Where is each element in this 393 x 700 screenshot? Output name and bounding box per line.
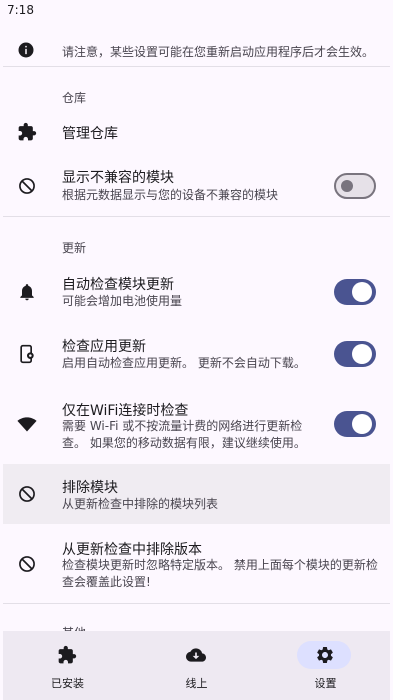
exclude-versions-title: 从更新检查中排除版本: [62, 542, 202, 558]
nav-item-settings[interactable]: 设置: [261, 631, 390, 700]
block-icon: [19, 556, 35, 572]
status-bar: 7:18: [0, 0, 393, 22]
info-icon: [18, 42, 34, 58]
wifi-only-subtitle: 需要 Wi-Fi 或不按流量计费的网络进行更新检查。 如果您的移动数据有限，建议…: [62, 419, 306, 450]
phone-settings-icon: [20, 344, 34, 364]
toggle-thumb: [341, 180, 353, 192]
check-app-updates-toggle[interactable]: [334, 341, 376, 367]
settings-screen: 7:18 请注意，某些设置可能在您重新启动应用程序后才会生效。 仓库 管理仓库 …: [0, 0, 393, 700]
nav-label: 已安装: [51, 677, 84, 690]
show-incompatible-toggle[interactable]: [334, 173, 376, 199]
exclude-modules-subtitle: 从更新检查中排除的模块列表: [62, 497, 219, 511]
divider: [3, 216, 390, 217]
wifi-icon: [17, 417, 37, 432]
divider: [3, 66, 390, 67]
toggle-thumb: [352, 282, 372, 302]
toggle-thumb: [352, 344, 372, 364]
auto-check-modules-toggle[interactable]: [334, 279, 376, 305]
block-icon: [19, 486, 35, 502]
cloud-download-icon: [186, 648, 206, 662]
auto-check-modules-item[interactable]: 自动检查模块更新 可能会增加电池使用量: [3, 264, 390, 320]
auto-check-modules-title: 自动检查模块更新: [62, 277, 174, 293]
gear-icon: [317, 647, 333, 663]
nav-label: 线上: [185, 677, 208, 690]
exclude-versions-subtitle: 检查模块更新时忽略特定版本。 禁用上面每个模块的更新检查会覆盖此设置!: [62, 558, 378, 589]
exclude-versions-item[interactable]: 从更新检查中排除版本 检查模块更新时忽略特定版本。 禁用上面每个模块的更新检查会…: [3, 530, 390, 596]
check-app-updates-item[interactable]: 检查应用更新 启用自动检查应用更新。 更新不会自动下载。: [3, 326, 390, 382]
bottom-navigation: 已安装 线上 设置: [3, 631, 390, 700]
exclude-modules-title: 排除模块: [62, 480, 118, 496]
status-time: 7:18: [7, 3, 34, 17]
nav-item-online[interactable]: 线上: [132, 631, 261, 700]
nav-label: 设置: [314, 677, 337, 690]
show-incompatible-subtitle: 根据元数据显示与您的设备不兼容的模块: [62, 188, 279, 202]
wifi-only-toggle[interactable]: [334, 411, 376, 437]
section-header-updates: 更新: [62, 241, 87, 255]
puzzle-icon: [58, 645, 77, 664]
auto-check-modules-subtitle: 可能会增加电池使用量: [62, 294, 183, 308]
wifi-only-title: 仅在WiFi连接时检查: [62, 403, 189, 419]
bell-icon: [20, 284, 34, 301]
exclude-modules-item[interactable]: 排除模块 从更新检查中排除的模块列表: [3, 464, 390, 524]
puzzle-icon: [18, 122, 37, 141]
section-header-repository: 仓库: [62, 91, 87, 105]
show-incompatible-item[interactable]: 显示不兼容的模块 根据元数据显示与您的设备不兼容的模块: [3, 160, 390, 212]
block-icon: [19, 178, 35, 194]
wifi-only-item[interactable]: 仅在WiFi连接时检查 需要 Wi-Fi 或不按流量计费的网络进行更新检查。 如…: [3, 392, 390, 456]
divider: [3, 603, 390, 604]
manage-repos-item[interactable]: 管理仓库: [3, 106, 390, 158]
restart-notice: 请注意，某些设置可能在您重新启动应用程序后才会生效。: [0, 32, 393, 68]
nav-item-installed[interactable]: 已安装: [3, 631, 132, 700]
check-app-updates-subtitle: 启用自动检查应用更新。 更新不会自动下载。: [62, 356, 306, 370]
manage-repos-title: 管理仓库: [62, 126, 118, 142]
show-incompatible-title: 显示不兼容的模块: [62, 170, 174, 186]
toggle-thumb: [352, 414, 372, 434]
notice-text: 请注意，某些设置可能在您重新启动应用程序后才会生效。: [62, 45, 375, 59]
check-app-updates-title: 检查应用更新: [62, 339, 146, 355]
